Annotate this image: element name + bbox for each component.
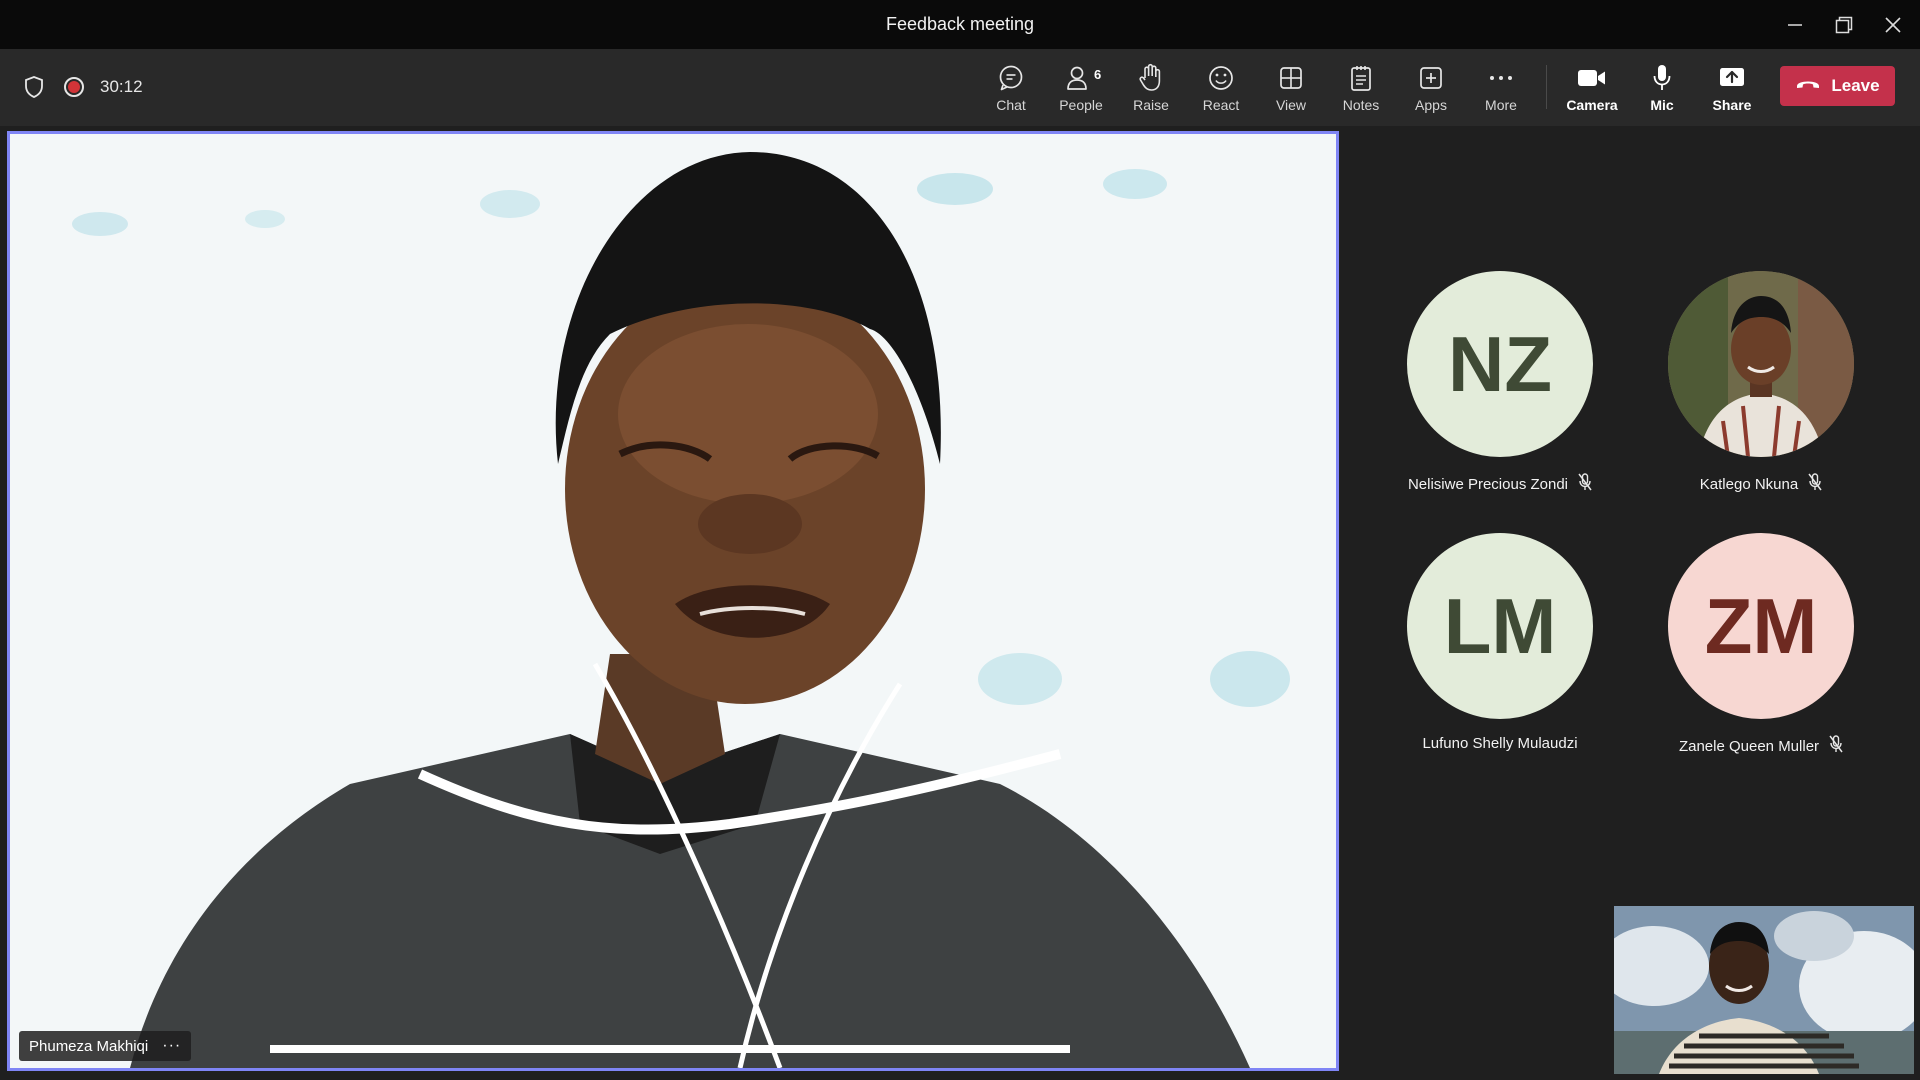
smiley-icon (1207, 61, 1235, 95)
title-bar: Feedback meeting (0, 0, 1920, 49)
notes-label: Notes (1342, 97, 1380, 113)
raise-label: Raise (1133, 97, 1169, 113)
view-button[interactable]: View (1256, 61, 1326, 119)
view-label: View (1275, 97, 1307, 113)
more-label: More (1485, 97, 1517, 113)
meeting-toolbar: 30:12 Chat 6 People Raise React View Not… (0, 49, 1920, 126)
toolbar-divider (1546, 65, 1547, 109)
avatar: NZ (1407, 271, 1593, 457)
shield-icon[interactable] (23, 75, 45, 104)
close-icon[interactable] (1878, 10, 1908, 40)
meeting-timer: 30:12 (100, 77, 143, 96)
share-button[interactable]: Share (1697, 61, 1767, 119)
self-view-frame (1614, 906, 1914, 1074)
participant-name: Nelisiwe Precious Zondi (1407, 475, 1569, 493)
mic-off-icon (1808, 473, 1822, 495)
participant-name-row: Lufuno Shelly Mulaudzi (1369, 735, 1631, 752)
mic-label: Mic (1650, 97, 1674, 113)
participant-tile[interactable]: NZ Nelisiwe Precious Zondi (1369, 271, 1619, 511)
restore-icon[interactable] (1829, 10, 1859, 40)
participant-name-row: Zanele Queen Muller (1630, 735, 1892, 757)
avatar: LM (1407, 533, 1593, 719)
minimize-icon[interactable] (1780, 10, 1810, 40)
camera-label: Camera (1566, 97, 1618, 113)
chat-button[interactable]: Chat (976, 61, 1046, 119)
speaker-name-tag[interactable]: Phumeza Makhiqi ··· (19, 1031, 192, 1061)
participant-tile[interactable]: Katlego Nkuna (1630, 271, 1880, 511)
share-screen-icon (1718, 61, 1746, 95)
participant-tile[interactable]: LM Lufuno Shelly Mulaudzi (1369, 533, 1619, 773)
grid-view-icon (1278, 61, 1304, 95)
window-title: Feedback meeting (885, 14, 1035, 34)
react-button[interactable]: React (1186, 61, 1256, 119)
recording-indicator-icon (64, 77, 84, 97)
participant-tile[interactable]: ZM Zanele Queen Muller (1630, 533, 1880, 773)
more-button[interactable]: More (1466, 61, 1536, 119)
mic-button[interactable]: Mic (1627, 61, 1697, 119)
main-speaker-video[interactable]: Phumeza Makhiqi ··· (7, 131, 1339, 1071)
participant-name-row: Katlego Nkuna (1630, 473, 1892, 495)
chat-label: Chat (996, 97, 1026, 113)
apps-button[interactable]: Apps (1396, 61, 1466, 119)
react-label: React (1202, 97, 1240, 113)
chat-icon (997, 61, 1025, 95)
leave-label: Leave (1831, 76, 1880, 95)
more-icon (1488, 61, 1514, 95)
participant-name: Lufuno Shelly Mulaudzi (1422, 735, 1578, 752)
raise-hand-button[interactable]: Raise (1116, 61, 1186, 119)
speaker-video-frame (10, 134, 1336, 1068)
camera-icon (1577, 61, 1607, 95)
people-button[interactable]: 6 People (1046, 61, 1116, 119)
notes-icon (1349, 61, 1373, 95)
self-view-video[interactable] (1614, 906, 1914, 1074)
people-label: People (1059, 97, 1103, 113)
raise-hand-icon (1137, 61, 1165, 95)
notes-button[interactable]: Notes (1326, 61, 1396, 119)
participant-name: Zanele Queen Muller (1678, 737, 1820, 755)
avatar: ZM (1668, 533, 1854, 719)
camera-button[interactable]: Camera (1557, 61, 1627, 119)
share-label: Share (1712, 97, 1752, 113)
avatar-photo (1668, 271, 1854, 457)
speaker-name: Phumeza Makhiqi (29, 1037, 149, 1055)
add-app-icon (1418, 61, 1444, 95)
hang-up-icon (1795, 76, 1821, 96)
people-count: 6 (1094, 67, 1102, 82)
apps-label: Apps (1415, 97, 1447, 113)
microphone-icon (1651, 61, 1673, 95)
participant-name-row: Nelisiwe Precious Zondi (1369, 473, 1631, 495)
leave-button[interactable]: Leave (1780, 66, 1895, 106)
people-icon: 6 (1066, 61, 1101, 95)
participant-name: Katlego Nkuna (1699, 475, 1799, 493)
mic-off-icon (1829, 735, 1843, 757)
mic-off-icon (1578, 473, 1592, 495)
speaker-more-icon[interactable]: ··· (162, 1037, 181, 1055)
